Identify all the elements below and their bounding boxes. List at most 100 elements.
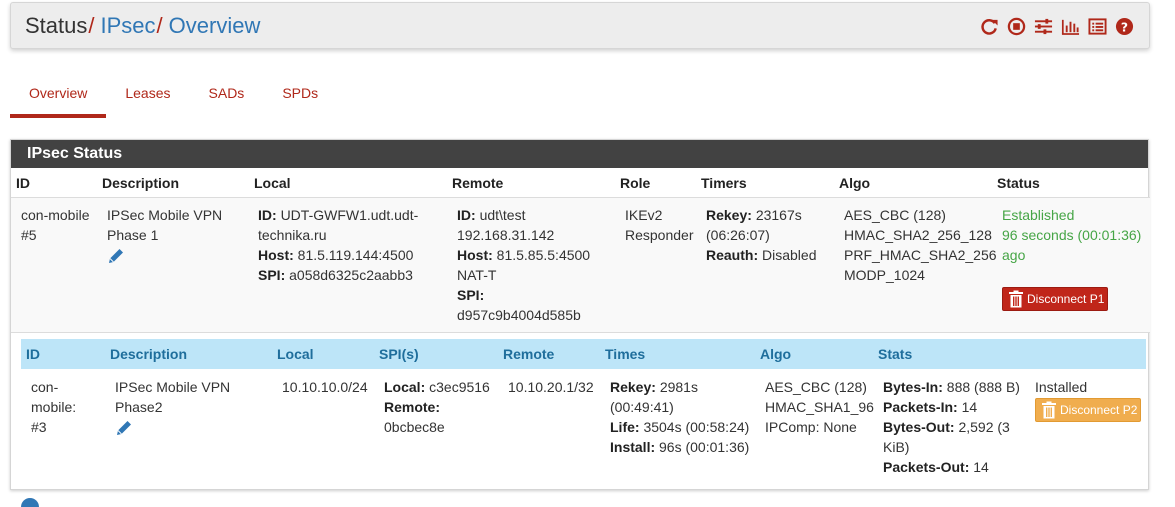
p2-install: 96s (00:01:36) xyxy=(659,439,750,455)
p2-times: Rekey: 2981s (00:49:41) Life: 3504s (00:… xyxy=(610,377,760,457)
pencil-icon[interactable] xyxy=(115,419,133,437)
p2-rekey-time: (00:49:41) xyxy=(610,399,674,415)
disconnect-p2-button[interactable]: Disconnect P2 xyxy=(1035,398,1141,422)
breadcrumb-separator: / xyxy=(156,13,163,38)
breadcrumb-overview-link[interactable]: Overview xyxy=(169,13,261,38)
tab-spds[interactable]: SPDs xyxy=(263,74,337,118)
p2-spi-remote: 0bcbec8e xyxy=(384,419,445,435)
col-header-id: ID xyxy=(16,175,30,191)
p2-packets-out: 14 xyxy=(973,459,989,475)
p1-algo-integrity: HMAC_SHA2_256_128 xyxy=(844,227,992,243)
p1-remote-host: 81.5.85.5:4500 xyxy=(496,247,591,263)
p2-remote: 10.10.20.1/32 xyxy=(508,379,594,395)
trash-icon xyxy=(1009,290,1023,308)
tab-overview[interactable]: Overview xyxy=(10,74,107,118)
svg-text:?: ? xyxy=(1121,20,1128,34)
p1-local-host-label: Host: xyxy=(258,247,294,263)
pencil-icon[interactable] xyxy=(107,247,125,265)
sliders-icon[interactable] xyxy=(1033,16,1054,37)
tab-leases[interactable]: Leases xyxy=(106,74,189,118)
p2-col-header-local: Local xyxy=(277,346,314,362)
trash-icon xyxy=(1042,401,1056,419)
p2-bytes-in: 888 (888 B) xyxy=(946,379,1020,395)
disconnect-p1-button[interactable]: Disconnect P1 xyxy=(1002,287,1108,311)
p1-remote-host-label: Host: xyxy=(457,247,493,263)
p1-algo-dh: MODP_1024 xyxy=(844,267,925,283)
p1-local-id-label: ID: xyxy=(258,207,277,223)
p1-remote-id-label: ID: xyxy=(457,207,476,223)
p2-table-header: ID Description Local SPI(s) Remote Times… xyxy=(21,339,1146,369)
status-established: Established xyxy=(1002,207,1075,223)
p1-id: con-mobile #5 xyxy=(21,207,90,243)
p1-remote-spi: d957c9b4004d585b xyxy=(457,307,581,323)
ipsec-status-panel: IPsec Status ID Description Local Remote… xyxy=(10,139,1150,490)
p1-rekey-time: (06:26:07) xyxy=(706,227,770,243)
p2-packets-in-label: Packets-In: xyxy=(883,399,958,415)
p2-col-header-stats: Stats xyxy=(878,346,913,362)
stop-icon[interactable] xyxy=(1006,16,1027,37)
help-icon[interactable]: ? xyxy=(1114,16,1135,37)
p1-local: ID: UDT-GWFW1.udt.udt-technika.ru Host: … xyxy=(258,205,443,285)
p2-spi-local-label: Local: xyxy=(384,379,426,395)
p1-algo-encryption: AES_CBC (128) xyxy=(844,207,946,223)
breadcrumb-ipsec-link[interactable]: IPsec xyxy=(101,13,156,38)
p2-description: IPSec Mobile VPN Phase2 xyxy=(115,377,265,442)
p1-remote-natt: NAT-T xyxy=(457,267,497,283)
p1-description-text: IPSec Mobile VPN Phase 1 xyxy=(107,207,223,243)
p1-description: IPSec Mobile VPN Phase 1 xyxy=(107,205,247,270)
p2-local: 10.10.10.0/24 xyxy=(282,379,368,395)
p2-install-label: Install: xyxy=(610,439,656,455)
p1-algo-prf: PRF_HMAC_SHA2_256 xyxy=(844,247,997,263)
p1-remote-ip: 192.168.31.142 xyxy=(457,227,555,243)
p2-algo-encryption: AES_CBC (128) xyxy=(765,379,867,395)
p2-col-header-times: Times xyxy=(605,346,646,362)
p1-local-spi: a058d6325c2aabb3 xyxy=(289,267,413,283)
refresh-icon[interactable] xyxy=(979,16,1000,37)
col-header-role: Role xyxy=(620,175,651,191)
p1-timers: Rekey: 23167s (06:26:07) Reauth: Disable… xyxy=(706,205,836,265)
log-icon[interactable] xyxy=(1087,16,1108,37)
p1-local-spi-label: SPI: xyxy=(258,267,286,283)
disconnect-p2-label: Disconnect P2 xyxy=(1060,403,1138,417)
p2-id: con-mobile: #3 xyxy=(31,379,77,435)
col-header-local: Local xyxy=(254,175,291,191)
p1-reauth-label: Reauth: xyxy=(706,247,759,263)
breadcrumb: Status/IPsec/Overview xyxy=(25,13,260,39)
panel-title: IPsec Status xyxy=(11,140,1148,168)
p2-stats: Bytes-In: 888 (888 B) Packets-In: 14 Byt… xyxy=(883,377,1029,477)
p2-description-text: IPSec Mobile VPN Phase2 xyxy=(115,379,231,415)
p2-bytes-in-label: Bytes-In: xyxy=(883,379,943,395)
tab-sads[interactable]: SADs xyxy=(190,74,264,118)
tab-bar: Overview Leases SADs SPDs xyxy=(10,74,337,118)
p2-algo-integrity: HMAC_SHA1_96 xyxy=(765,399,874,415)
col-header-algo: Algo xyxy=(839,175,871,191)
p1-local-host: 81.5.119.144:4500 xyxy=(297,247,414,263)
breadcrumb-status: Status xyxy=(25,13,88,38)
header-icon-bar: ? xyxy=(979,16,1135,37)
p1-rekey-label: Rekey: xyxy=(706,207,752,223)
p2-packets-out-label: Packets-Out: xyxy=(883,459,970,475)
bar-chart-icon[interactable] xyxy=(1060,16,1081,37)
p2-rekey-label: Rekey: xyxy=(610,379,656,395)
p1-remote: ID: udt\test 192.168.31.142 Host: 81.5.8… xyxy=(457,205,617,325)
p2-col-header-id: ID xyxy=(26,346,40,362)
p2-col-header-remote: Remote xyxy=(503,346,555,362)
p2-bytes-out-label: Bytes-Out: xyxy=(883,419,955,435)
p2-state: Installed xyxy=(1035,379,1088,395)
p1-remote-spi-label: SPI: xyxy=(457,287,485,303)
col-header-status: Status xyxy=(997,175,1040,191)
col-header-description: Description xyxy=(102,175,180,191)
p1-remote-id: udt\test xyxy=(479,207,526,223)
p2-col-header-spis: SPI(s) xyxy=(379,346,419,362)
status-time: 96 seconds (00:01:36) ago xyxy=(1002,227,1142,263)
breadcrumb-separator: / xyxy=(88,13,95,38)
p2-algo-ipcomp: IPComp: None xyxy=(765,419,857,435)
p2-life: 3504s (00:58:24) xyxy=(643,419,750,435)
divider xyxy=(11,332,1150,333)
p1-status: Established 96 seconds (00:01:36) ago xyxy=(1002,205,1148,265)
p2-algo: AES_CBC (128) HMAC_SHA1_96 IPComp: None xyxy=(765,377,880,437)
p1-reauth: Disabled xyxy=(762,247,817,263)
info-icon[interactable] xyxy=(21,498,39,507)
col-header-remote: Remote xyxy=(452,175,504,191)
col-header-timers: Timers xyxy=(701,175,747,191)
